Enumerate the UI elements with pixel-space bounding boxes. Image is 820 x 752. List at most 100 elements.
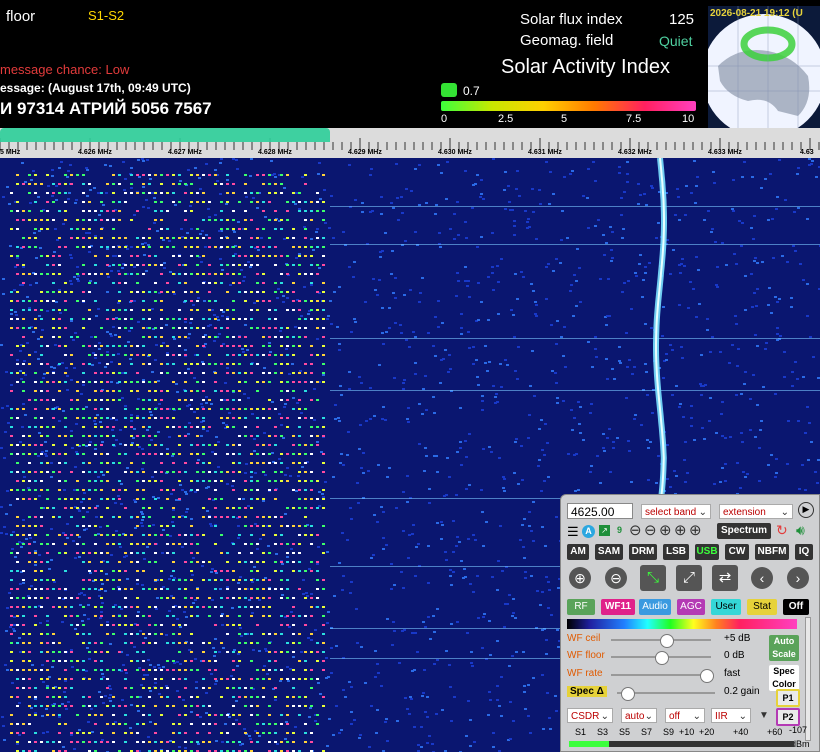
mode-sam-button[interactable]: SAM xyxy=(595,544,623,560)
p1-button[interactable]: P1 xyxy=(776,689,800,707)
solar-flux-label: Solar flux index xyxy=(520,11,623,28)
frequency-label: 4.63 xyxy=(800,149,814,156)
menu-icon[interactable]: ☰ xyxy=(567,524,579,540)
geomag-value: Quiet xyxy=(659,33,693,49)
p2-button[interactable]: P2 xyxy=(776,708,800,726)
tab-off[interactable]: Off xyxy=(783,599,809,615)
reload-icon[interactable]: ↻ xyxy=(776,522,788,539)
slider-value: 0.2 gain xyxy=(724,686,760,697)
zoom-out-small-icon[interactable]: ⊖ xyxy=(629,521,642,539)
chevron-down-icon: ⌄ xyxy=(600,711,609,722)
caret-down-icon[interactable]: ▼ xyxy=(759,710,769,721)
mode-nbfm-button[interactable]: NBFM xyxy=(755,544,789,560)
activity-scale-bar xyxy=(441,101,696,111)
frequency-label: 4.629 MHz xyxy=(348,149,382,156)
tab-rf[interactable]: RF xyxy=(567,599,595,615)
geomag-label: Geomag. field xyxy=(520,32,614,49)
chevron-down-icon: ⌄ xyxy=(698,507,707,518)
slider-knob[interactable] xyxy=(700,669,714,683)
zoom-in-icon[interactable]: ⊕ xyxy=(659,521,672,539)
chevron-down-icon: ⌄ xyxy=(780,507,789,518)
frequency-label: 4.631 MHz xyxy=(528,149,562,156)
slider-knob[interactable] xyxy=(655,651,669,665)
zoom-in-max-icon[interactable]: ⊕ xyxy=(689,521,702,539)
activity-tick-label: 0 xyxy=(441,113,448,125)
slider-label: WF ceil xyxy=(567,633,601,644)
mode-cw-button[interactable]: CW xyxy=(725,544,749,560)
colormap-bar[interactable] xyxy=(567,619,797,629)
chevron-left-icon[interactable]: ‹ xyxy=(751,567,773,589)
mode-usb-button[interactable]: USB xyxy=(695,544,719,560)
message-time: essage: (August 17th, 09:49 UTC) xyxy=(0,81,191,95)
collapse-icon[interactable]: ⤡ xyxy=(640,565,666,591)
band-conditions: S1-S2 xyxy=(88,8,125,23)
s-meter-tick: S3 xyxy=(597,727,609,737)
volume-icon[interactable]: 🔊︎ xyxy=(796,522,805,539)
slider-value: fast xyxy=(724,668,741,679)
activity-tick-label: 10 xyxy=(682,113,695,125)
message-chance: message chance: Low xyxy=(0,62,130,77)
auto-scale-button[interactable]: Auto Scale xyxy=(769,635,799,661)
select-iir[interactable]: IIR ⌄ xyxy=(711,708,751,723)
slider-knob[interactable] xyxy=(660,634,674,648)
tab-audio[interactable]: Audio xyxy=(639,599,671,615)
expand-icon[interactable]: ⤢ xyxy=(676,565,702,591)
zoom-in-small-icon[interactable]: ⊕ xyxy=(674,521,687,539)
mode-am-button[interactable]: AM xyxy=(567,544,589,560)
s-meter-tick: +60 xyxy=(767,727,783,737)
band-select[interactable]: select band ⌄ xyxy=(641,504,711,519)
frequency-label: 4.630 MHz xyxy=(438,149,472,156)
spec-color-button[interactable]: Spec Color xyxy=(769,665,799,691)
activity-title: Solar Activity Index xyxy=(501,56,670,78)
squelch-label: floor xyxy=(6,8,36,25)
select-csdr[interactable]: CSDR ⌄ xyxy=(567,708,613,723)
slider-track[interactable] xyxy=(611,674,711,676)
chevron-right-icon[interactable]: › xyxy=(787,567,809,589)
extension-select-label: extension xyxy=(723,507,766,518)
s-meter-tick: +10 xyxy=(679,727,695,737)
link-icon[interactable]: ↗ xyxy=(599,525,610,536)
play-icon[interactable]: ▶ xyxy=(798,502,814,518)
slider-value: +5 dB xyxy=(724,633,751,644)
zoom-in-icon[interactable]: ⊕ xyxy=(569,567,591,589)
spectrum-button[interactable]: Spectrum xyxy=(717,523,771,539)
tab-wf11[interactable]: WF11 xyxy=(601,599,635,615)
message-text: И 97314 АТРИЙ 5056 7567 xyxy=(0,99,212,118)
activity-indicator xyxy=(441,83,457,97)
slider-knob[interactable] xyxy=(620,687,635,701)
s-meter-level xyxy=(569,741,609,747)
frequency-label: 4.627 MHz xyxy=(168,149,202,156)
zoom-out-icon[interactable]: ⊖ xyxy=(644,521,657,539)
frequency-label: 5 MHz xyxy=(0,149,21,156)
9-badge-icon[interactable]: 9 xyxy=(614,525,625,536)
solar-flux-value: 125 xyxy=(669,11,695,28)
zoom-out-icon[interactable]: ⊖ xyxy=(605,567,627,589)
mode-lsb-button[interactable]: LSB xyxy=(663,544,689,560)
frequency-label: 4.632 MHz xyxy=(618,149,652,156)
extension-select[interactable]: extension ⌄ xyxy=(719,504,793,519)
activity-value: 0.7 xyxy=(463,84,480,98)
select-auto[interactable]: auto ⌄ xyxy=(621,708,657,723)
tab-user[interactable]: User xyxy=(711,599,741,615)
s-meter-tick: S5 xyxy=(619,727,631,737)
frequency-label: 4.633 MHz xyxy=(708,149,742,156)
s-meter-tick: S1 xyxy=(575,727,587,737)
passband-marker[interactable] xyxy=(0,128,330,142)
swap-icon[interactable]: ⇄ xyxy=(712,565,738,591)
s-meter-tick: S7 xyxy=(641,727,653,737)
tab-agc[interactable]: AGC xyxy=(677,599,705,615)
slider-value: 0 dB xyxy=(724,650,745,661)
slider-label: WF rate xyxy=(567,668,603,679)
select-off[interactable]: off ⌄ xyxy=(665,708,705,723)
mode-iq-button[interactable]: IQ xyxy=(795,544,813,560)
frequency-input[interactable]: 4625.00 xyxy=(567,503,633,519)
s-meter-tick: +40 xyxy=(733,727,749,737)
s-meter-tick: S9 xyxy=(663,727,675,737)
band-select-label: select band xyxy=(645,507,697,518)
tab-stat[interactable]: Stat xyxy=(747,599,777,615)
a-badge-icon[interactable]: A xyxy=(582,525,595,538)
select-label: auto xyxy=(625,711,645,722)
frequency-label: 4.628 MHz xyxy=(258,149,292,156)
panel-scrollbar[interactable] xyxy=(805,617,811,741)
mode-drm-button[interactable]: DRM xyxy=(629,544,657,560)
